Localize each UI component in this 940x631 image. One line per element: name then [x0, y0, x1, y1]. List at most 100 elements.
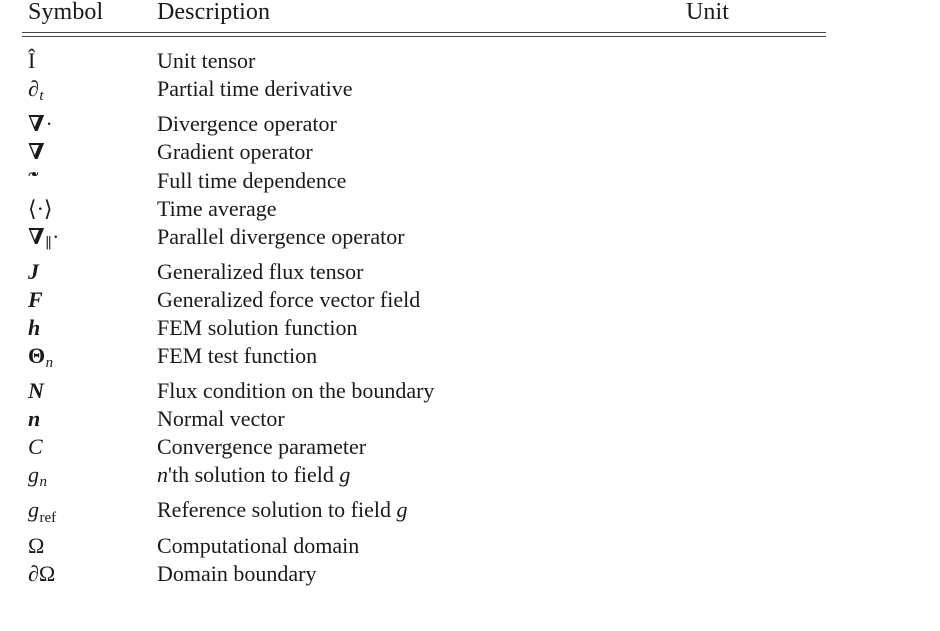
- center-dot-glyph: ·: [52, 225, 60, 250]
- bold-italic-h-glyph: h: [28, 314, 41, 340]
- description-cell: Divergence operator: [157, 111, 337, 137]
- description-cell: Domain boundary: [157, 560, 317, 586]
- header-double-rule-row: [22, 32, 828, 37]
- angle-bracket-average-glyph: ⟨·⟩: [28, 196, 53, 222]
- symbol-cell-parallel-divergence-operator: ∇∥·: [22, 223, 153, 258]
- symbol-cell-unit-tensor: Î: [22, 37, 153, 75]
- table-row: h FEM solution function: [22, 314, 828, 342]
- table-row: ⟨·⟩ Time average: [22, 195, 828, 223]
- unit-cell: [680, 433, 828, 461]
- table-row: ∇ Gradient operator: [22, 138, 828, 166]
- symbol-cell-flux-condition-boundary: N: [22, 377, 153, 405]
- italic-g-inline: g: [339, 462, 351, 488]
- symbol-nomenclature-table: Symbol Description Unit Î Unit tensor ∂t…: [22, 0, 828, 588]
- unit-cell: [680, 138, 828, 166]
- table-row: gref Reference solution to field g: [22, 496, 828, 531]
- symbol-cell-gradient-operator: ∇: [22, 138, 153, 166]
- description-cell: Unit tensor: [157, 48, 256, 73]
- unit-cell: [680, 166, 828, 195]
- unit-cell: [680, 560, 828, 588]
- description-cell: Gradient operator: [157, 139, 313, 165]
- column-header-symbol: Symbol: [28, 0, 104, 25]
- description-cell: Partial time derivative: [157, 76, 353, 101]
- nabla-icon: ∇: [28, 111, 45, 137]
- tilde-over-dot-glyph: ~: [28, 165, 42, 188]
- symbol-cell-nth-solution: gn: [22, 461, 153, 496]
- description-cell: Reference solution to field g: [153, 496, 680, 531]
- italic-g-glyph: g: [28, 462, 39, 488]
- table-body: Î Unit tensor ∂t Partial time derivative…: [22, 37, 828, 588]
- table-header: Symbol Description Unit: [22, 0, 828, 37]
- description-cell: n'th solution to field g: [153, 461, 680, 496]
- theta-subscript-n: n: [45, 355, 54, 372]
- unit-cell: [680, 110, 828, 138]
- italic-c-glyph: C: [28, 434, 43, 460]
- partial-glyph: ∂: [28, 560, 39, 586]
- description-cell: Computational domain: [157, 532, 360, 558]
- bold-italic-j-glyph: J: [28, 258, 39, 284]
- description-cell: Generalized force vector field: [157, 286, 421, 312]
- unit-cell: [680, 314, 828, 342]
- table-row: ∂Ω Domain boundary: [22, 560, 828, 588]
- description-cell: Parallel divergence operator: [157, 224, 405, 250]
- g-subscript-n: n: [39, 474, 47, 491]
- symbol-cell-convergence-parameter: C: [22, 433, 153, 461]
- nabla-icon: ∇: [28, 224, 45, 250]
- column-header-unit: Unit: [686, 0, 730, 25]
- description-cell: Generalized flux tensor: [157, 258, 364, 284]
- bold-italic-f-glyph: F: [28, 286, 43, 312]
- table-row: C Convergence parameter: [22, 433, 828, 461]
- description-cell: Time average: [157, 196, 277, 222]
- description-text: 'th solution to field: [168, 462, 340, 488]
- symbol-cell-reference-solution: gref: [22, 496, 153, 531]
- table-row: N Flux condition on the boundary: [22, 377, 828, 405]
- center-dot-glyph: ·: [45, 112, 53, 137]
- unit-cell: [680, 496, 828, 531]
- nabla-icon: ∇: [28, 139, 45, 165]
- symbol-cell-partial-time-derivative: ∂t: [22, 75, 153, 110]
- unit-cell: [680, 223, 828, 258]
- partial-subscript-t: t: [39, 88, 44, 105]
- bold-theta-glyph: Θ: [28, 342, 46, 368]
- table-row: ∇· Divergence operator: [22, 110, 828, 138]
- unit-cell: [680, 405, 828, 433]
- header-rule-cell: [22, 32, 828, 37]
- italic-g-inline: g: [396, 497, 408, 523]
- description-cell: Flux condition on the boundary: [157, 378, 435, 404]
- unit-cell: [680, 461, 828, 496]
- partial-glyph: ∂: [28, 76, 39, 101]
- table-row: n Normal vector: [22, 405, 828, 433]
- unit-cell: [680, 377, 828, 405]
- g-subscript-ref: ref: [39, 509, 57, 526]
- description-text: Reference solution to field: [157, 497, 397, 523]
- italic-g-glyph: g: [28, 497, 39, 523]
- header-row: Symbol Description Unit: [22, 0, 828, 32]
- symbol-cell-fem-test-function: Θn: [22, 342, 153, 377]
- unit-cell: [680, 75, 828, 110]
- double-horizontal-rule: [22, 32, 826, 37]
- symbol-cell-full-time-dependence: ~: [22, 165, 153, 195]
- bold-italic-n-glyph: n: [28, 406, 41, 432]
- symbol-cell-computational-domain: Ω: [22, 532, 153, 560]
- hat-i-glyph: Î: [28, 48, 36, 73]
- symbol-cell-fem-solution-function: h: [22, 314, 153, 342]
- description-cell: Normal vector: [157, 406, 285, 432]
- unit-cell: [680, 37, 828, 75]
- unit-cell: [680, 532, 828, 560]
- table-row: J Generalized flux tensor: [22, 258, 828, 286]
- column-header-description: Description: [157, 0, 271, 25]
- table-row: Î Unit tensor: [22, 37, 828, 75]
- table-row: ~ Full time dependence: [22, 165, 828, 195]
- description-cell: FEM solution function: [157, 314, 358, 340]
- unit-cell: [680, 286, 828, 314]
- table-row: gn n'th solution to field g: [22, 461, 828, 496]
- unit-cell: [680, 195, 828, 223]
- description-cell: FEM test function: [157, 342, 318, 368]
- symbol-cell-generalized-force-vector-field: F: [22, 286, 153, 314]
- omega-glyph: Ω: [28, 532, 45, 558]
- table-row: F Generalized force vector field: [22, 286, 828, 314]
- symbol-cell-domain-boundary: ∂Ω: [22, 560, 153, 588]
- table-row: ∇∥· Parallel divergence operator: [22, 223, 828, 258]
- symbol-cell-divergence-operator: ∇·: [22, 110, 153, 138]
- italic-n-inline: n: [157, 462, 168, 488]
